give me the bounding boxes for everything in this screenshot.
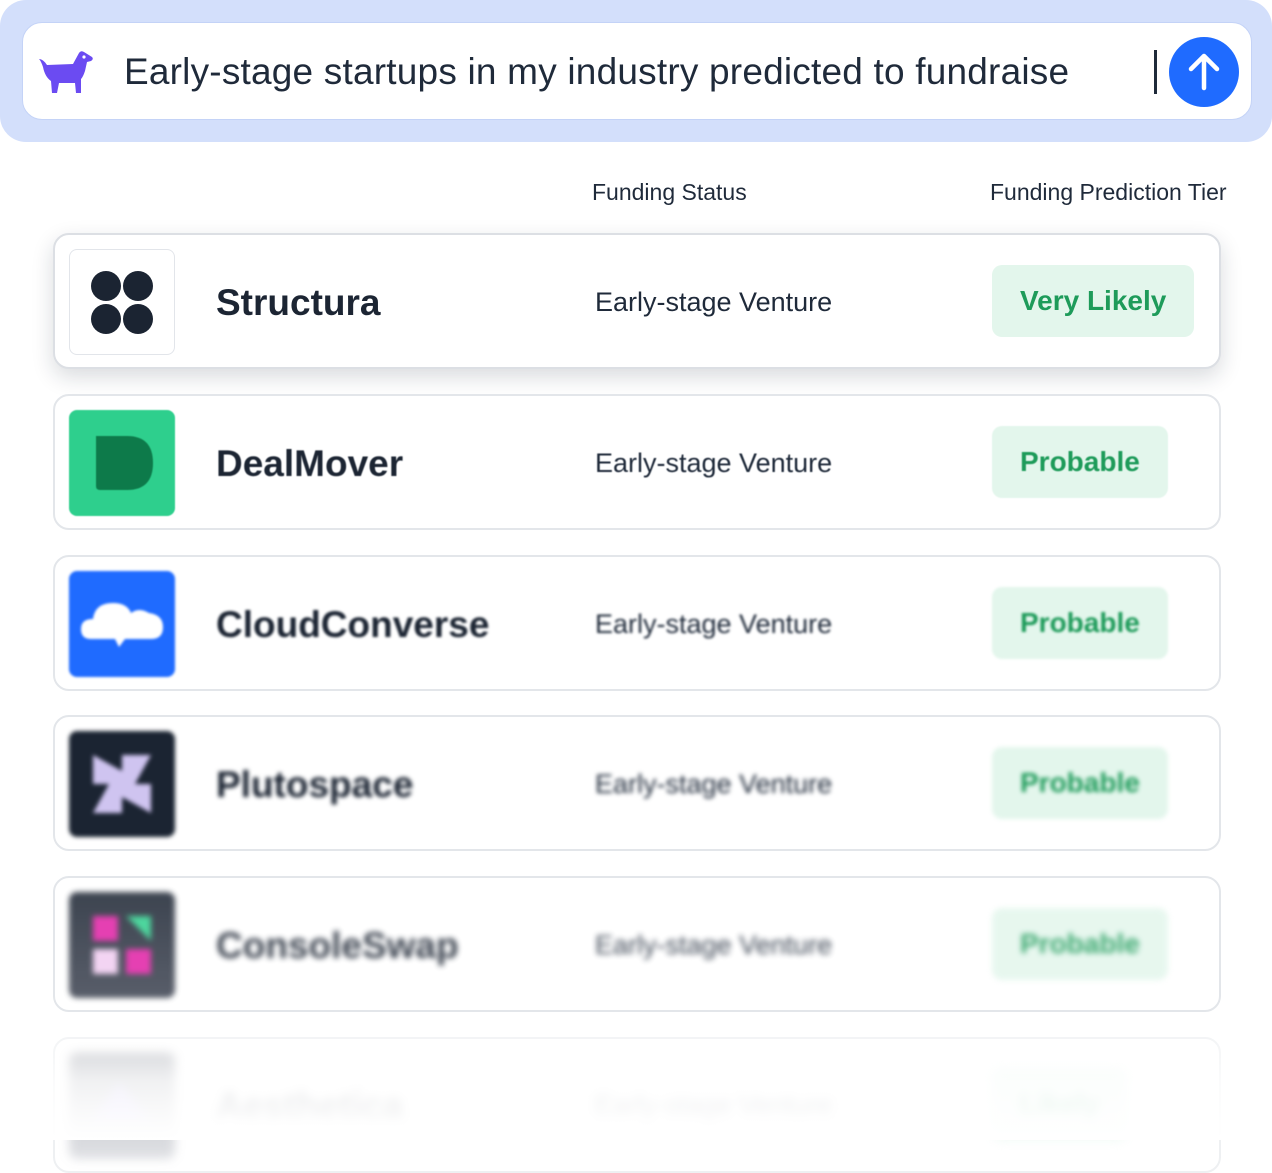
text-caret <box>1154 50 1157 94</box>
arrow-up-icon <box>1188 53 1220 91</box>
company-logo <box>69 892 175 998</box>
company-row[interactable]: Aesthetica Early-stage Venture Likely <box>53 1037 1221 1173</box>
company-name: Structura <box>216 282 381 323</box>
search-bar: Early-stage startups in my industry pred… <box>0 0 1272 142</box>
company-row[interactable]: Plutospace Early-stage Venture Probable <box>53 715 1221 851</box>
funding-status: Early-stage Venture <box>595 609 833 639</box>
company-logo <box>69 1053 175 1159</box>
company-name: ConsoleSwap <box>216 925 459 966</box>
funding-status: Early-stage Venture <box>595 769 833 799</box>
letter-d-icon <box>96 436 153 490</box>
funding-tier-badge: Probable <box>992 426 1168 498</box>
company-logo <box>69 410 175 516</box>
company-name: DealMover <box>216 443 404 484</box>
company-row[interactable]: DealMover Early-stage Venture Probable <box>53 394 1221 530</box>
funding-status: Early-stage Venture <box>595 448 833 478</box>
company-logo <box>69 249 175 355</box>
funding-tier-badge: Very Likely <box>992 265 1195 337</box>
funding-tier-badge: Probable <box>992 747 1168 819</box>
funding-status: Early-stage Venture <box>595 287 833 317</box>
send-button[interactable] <box>1169 37 1239 107</box>
dog-icon <box>37 47 95 97</box>
column-header-funding-prediction-tier: Funding Prediction Tier <box>990 179 1227 205</box>
company-name: Aesthetica <box>216 1086 404 1127</box>
four-dots-icon <box>91 271 153 334</box>
company-logo <box>69 731 175 837</box>
search-input[interactable]: Early-stage startups in my industry pred… <box>22 22 1252 120</box>
blocks-icon <box>93 916 151 974</box>
cloud-chat-icon <box>81 603 163 647</box>
search-query-text: Early-stage startups in my industry pred… <box>124 51 1070 92</box>
column-header-funding-status: Funding Status <box>592 179 747 205</box>
funding-tier-badge: Probable <box>992 587 1168 659</box>
company-row[interactable]: ConsoleSwap Early-stage Venture Probable <box>53 876 1221 1012</box>
company-row[interactable]: CloudConverse Early-stage Venture Probab… <box>53 555 1221 691</box>
company-name: Plutospace <box>216 764 414 805</box>
funding-tier-badge: Likely <box>992 1069 1128 1141</box>
company-name: CloudConverse <box>216 604 490 645</box>
company-row[interactable]: Structura Early-stage Venture Very Likel… <box>53 233 1221 369</box>
company-logo <box>69 571 175 677</box>
funding-status: Early-stage Venture <box>595 1091 833 1121</box>
abstract-icon <box>91 1083 153 1123</box>
pinwheel-icon <box>93 755 151 813</box>
funding-status: Early-stage Venture <box>595 930 833 960</box>
funding-tier-badge: Probable <box>992 908 1168 980</box>
